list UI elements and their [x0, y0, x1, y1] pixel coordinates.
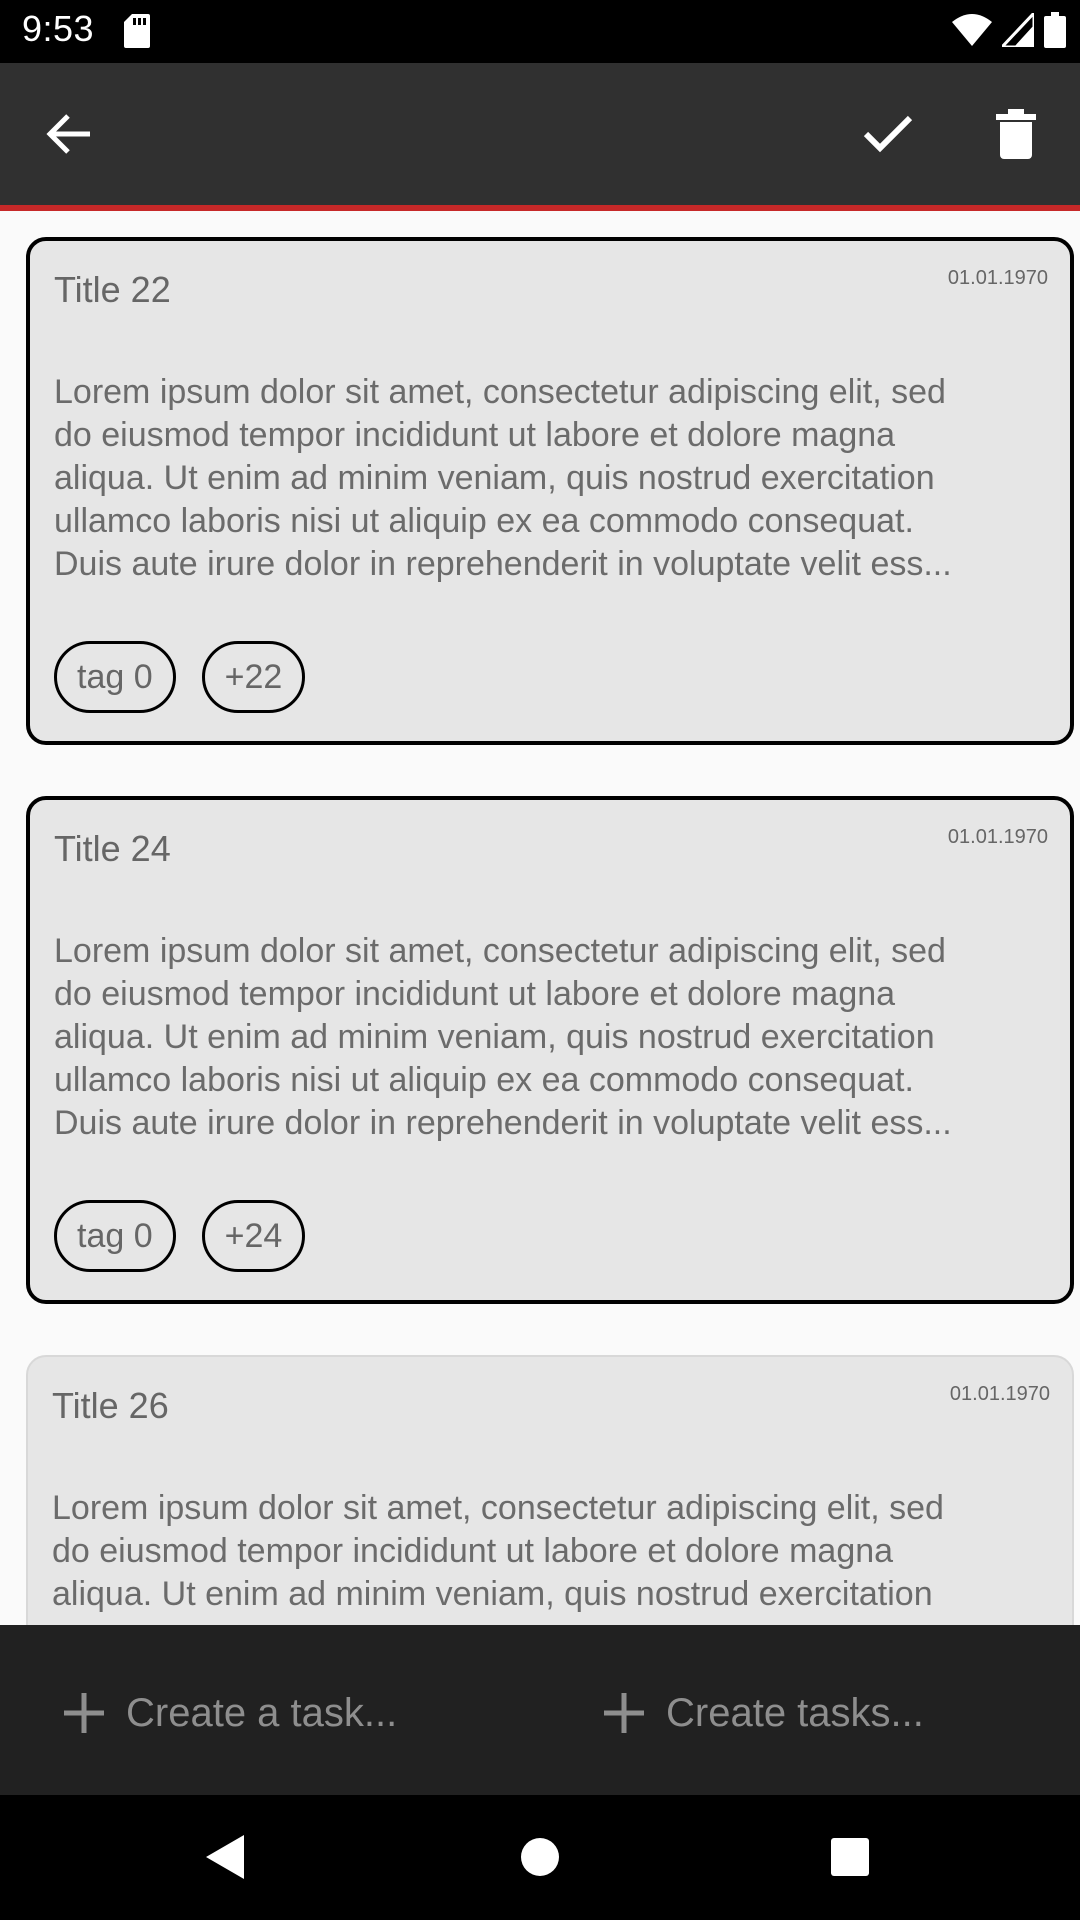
plus-icon — [64, 1693, 104, 1733]
task-card[interactable]: Title 22 01.01.1970 Lorem ipsum dolor si… — [26, 237, 1074, 745]
more-tags-chip[interactable]: +22 — [201, 641, 306, 713]
nav-recents-icon — [831, 1838, 869, 1876]
task-card[interactable]: Title 24 01.01.1970 Lorem ipsum dolor si… — [26, 796, 1074, 1304]
tag-list: tag 0 +22 — [54, 641, 306, 713]
description-line: aliqua. Ut enim ad minim veniam, quis no… — [54, 459, 935, 497]
task-date: 01.01.1970 — [949, 1383, 1050, 1405]
more-tags-chip[interactable]: +24 — [201, 1200, 306, 1272]
toolbar — [0, 63, 1080, 211]
delete-button[interactable] — [986, 104, 1046, 164]
description-line: do eiusmod tempor incididunt ut labore e… — [52, 1532, 894, 1570]
plus-icon — [604, 1693, 644, 1733]
create-task-label: Create a task... — [126, 1690, 398, 1735]
wifi-icon — [952, 14, 992, 51]
check-icon — [863, 115, 913, 153]
status-bar: 9:53 — [0, 0, 1080, 63]
description-line: ullamco laboris nisi ut aliquip ex ea co… — [54, 1061, 914, 1099]
nav-back-button[interactable] — [196, 1827, 256, 1887]
description-line: aliqua. Ut enim ad minim veniam, quis no… — [54, 1018, 935, 1056]
task-description: Lorem ipsum dolor sit amet, consectetur … — [54, 371, 1048, 586]
create-task-button[interactable]: Create a task... — [62, 1683, 397, 1743]
create-tasks-button[interactable]: Create tasks... — [602, 1683, 924, 1743]
tag-list: tag 0 +24 — [54, 1200, 306, 1272]
status-time: 9:53 — [22, 8, 95, 49]
nav-home-button[interactable] — [510, 1827, 570, 1887]
task-date: 01.01.1970 — [947, 267, 1048, 289]
task-card[interactable]: Title 26 01.01.1970 Lorem ipsum dolor si… — [26, 1355, 1074, 1625]
nav-back-icon — [206, 1835, 244, 1879]
tag-chip[interactable]: tag 0 — [54, 641, 176, 713]
description-line: do eiusmod tempor incididunt ut labore e… — [54, 416, 896, 454]
nav-recents-button[interactable] — [820, 1827, 880, 1887]
cell-signal-icon — [998, 9, 1036, 52]
system-nav-bar — [0, 1795, 1080, 1920]
description-line: Lorem ipsum dolor sit amet, consectetur … — [54, 932, 946, 970]
task-title: Title 26 — [52, 1385, 169, 1426]
create-tasks-label: Create tasks... — [666, 1690, 924, 1735]
tag-chip[interactable]: tag 0 — [54, 1200, 176, 1272]
description-line: Duis aute irure dolor in reprehenderit i… — [54, 545, 952, 583]
task-description: Lorem ipsum dolor sit amet, consectetur … — [52, 1487, 1050, 1616]
trash-icon — [996, 109, 1036, 159]
arrow-left-icon — [46, 114, 90, 154]
task-description: Lorem ipsum dolor sit amet, consectetur … — [54, 930, 1048, 1145]
description-line: Lorem ipsum dolor sit amet, consectetur … — [52, 1489, 944, 1527]
nav-home-icon — [521, 1838, 559, 1876]
description-line: ullamco laboris nisi ut aliquip ex ea co… — [54, 502, 914, 540]
task-title: Title 22 — [54, 269, 171, 310]
confirm-button[interactable] — [858, 104, 918, 164]
description-line: Lorem ipsum dolor sit amet, consectetur … — [54, 373, 946, 411]
create-bar: Create a task... Create tasks... — [0, 1625, 1080, 1795]
task-list[interactable]: Title 22 01.01.1970 Lorem ipsum dolor si… — [0, 211, 1080, 1625]
battery-icon — [1044, 12, 1066, 53]
task-date: 01.01.1970 — [947, 826, 1048, 848]
description-line: aliqua. Ut enim ad minim veniam, quis no… — [52, 1575, 933, 1613]
task-title: Title 24 — [54, 828, 171, 869]
back-button[interactable] — [38, 104, 98, 164]
description-line: do eiusmod tempor incididunt ut labore e… — [54, 975, 896, 1013]
sd-card-icon — [124, 14, 150, 53]
description-line: Duis aute irure dolor in reprehenderit i… — [54, 1104, 952, 1142]
